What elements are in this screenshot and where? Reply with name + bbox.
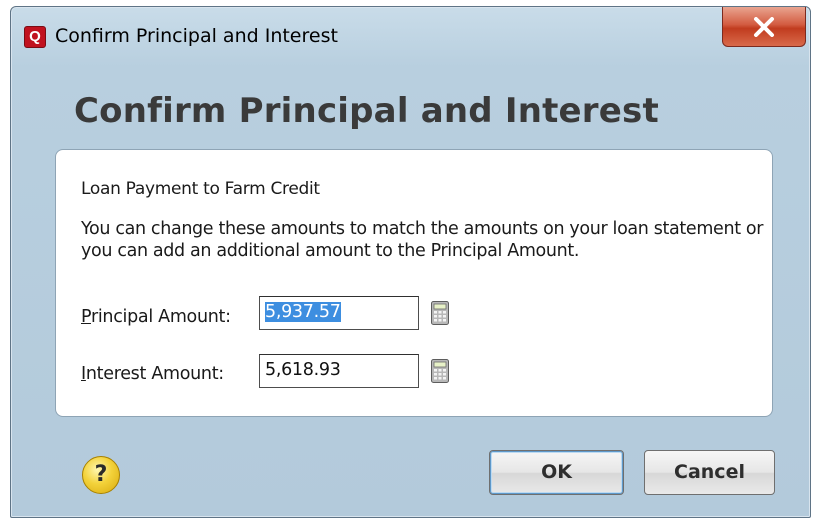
help-icon: ? (94, 462, 108, 487)
principal-amount-label: Principal Amount: (81, 307, 231, 327)
ok-button[interactable]: OK (489, 450, 624, 495)
interest-calculator-button[interactable] (431, 359, 449, 383)
instructions-text: You can change these amounts to match th… (81, 219, 764, 261)
interest-amount-input[interactable]: 5,618.93 (259, 354, 419, 388)
interest-label-text: nterest Amount: (85, 364, 224, 384)
principal-label-accesskey: P (81, 307, 91, 327)
calculator-icon (431, 301, 449, 325)
dialog-heading: Confirm Principal and Interest (74, 91, 659, 131)
principal-calculator-button[interactable] (431, 301, 449, 325)
loan-payment-subtitle: Loan Payment to Farm Credit (81, 179, 320, 199)
dialog-window: Q Confirm Principal and Interest Confirm… (10, 6, 811, 518)
quicken-app-icon: Q (24, 26, 46, 48)
window-title: Confirm Principal and Interest (55, 25, 338, 47)
cancel-button[interactable]: Cancel (644, 450, 775, 495)
interest-amount-label: Interest Amount: (81, 364, 224, 384)
title-bar[interactable]: Q Confirm Principal and Interest (11, 7, 810, 73)
principal-amount-input[interactable]: 5,937.57 (259, 296, 419, 330)
close-button[interactable] (722, 7, 806, 47)
interest-amount-value: 5,618.93 (265, 360, 341, 380)
help-button[interactable]: ? (82, 456, 120, 494)
content-panel: Loan Payment to Farm Credit You can chan… (55, 149, 773, 417)
principal-label-text: rincipal Amount: (90, 307, 231, 327)
principal-amount-value: 5,937.57 (265, 302, 341, 322)
calculator-icon (431, 359, 449, 383)
close-icon (754, 17, 774, 37)
